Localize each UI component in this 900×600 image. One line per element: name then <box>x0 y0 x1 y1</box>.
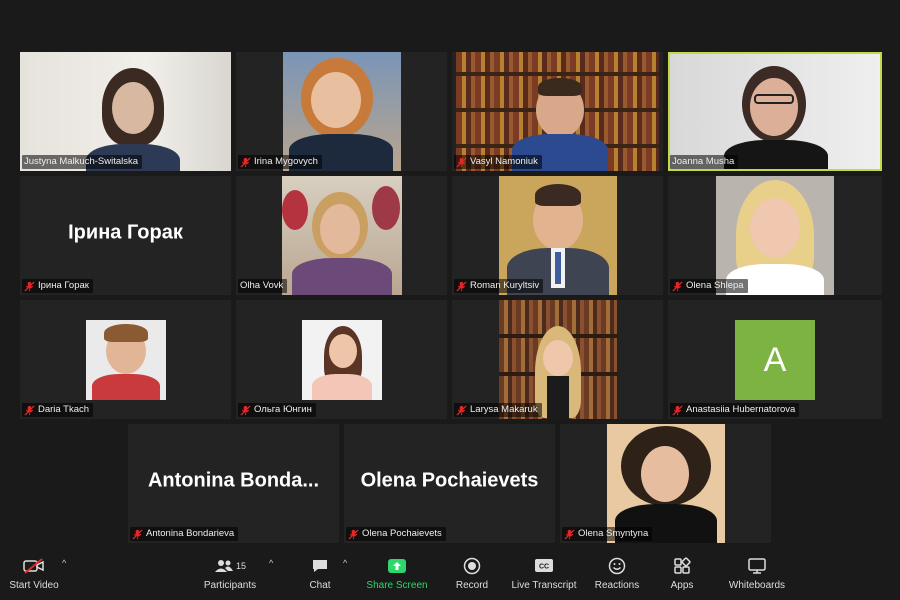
mic-muted-icon <box>672 281 683 292</box>
whiteboard-icon <box>746 556 768 576</box>
participant-name-label: Joanna Musha <box>670 155 739 169</box>
video-tile[interactable]: Ольга Юнгин <box>236 300 447 419</box>
participant-name-label: Olena Smyntyna <box>562 527 653 541</box>
participant-video <box>607 424 725 543</box>
participant-display-name: Olena Pochaievets <box>360 469 539 492</box>
closed-caption-icon: CC <box>533 556 555 576</box>
participant-video <box>499 300 617 419</box>
participant-name-label: Ірина Горак <box>22 279 93 293</box>
participant-video <box>282 176 402 295</box>
participants-count: 15 <box>235 560 246 571</box>
video-tile-active-speaker[interactable]: Joanna Musha <box>668 52 882 171</box>
video-tile[interactable]: Olena Smyntyna <box>560 424 771 543</box>
participant-video <box>499 176 617 295</box>
participant-video <box>302 320 382 400</box>
mic-muted-icon <box>456 405 467 416</box>
smiley-icon <box>606 556 628 576</box>
participant-name-label: Roman Kuryltsiv <box>454 279 544 293</box>
video-tile[interactable]: Vasyl Namoniuk <box>452 52 663 171</box>
participant-display-name: Ірина Горак <box>68 221 183 244</box>
participant-name-label: Vasyl Namoniuk <box>454 155 542 169</box>
video-tile[interactable]: Olha Vovk <box>236 176 447 295</box>
participant-video <box>20 52 231 171</box>
mic-muted-icon <box>24 405 35 416</box>
mic-muted-icon <box>672 405 683 416</box>
participant-name-label: Daria Tkach <box>22 403 94 417</box>
live-transcript-button[interactable]: CC Live Transcript <box>508 546 580 600</box>
participant-name-label: Olena Shlepa <box>670 279 748 293</box>
apps-icon <box>671 556 693 576</box>
chat-button[interactable]: Chat <box>300 546 340 600</box>
mic-muted-icon <box>24 281 35 292</box>
record-button[interactable]: Record <box>450 546 494 600</box>
participant-name-label: Justyna Malkuch-Switalska <box>22 155 143 169</box>
participant-name-label: Antonina Bondarieva <box>130 527 239 541</box>
participant-avatar: A <box>735 320 815 400</box>
participants-icon: 15 <box>210 556 250 576</box>
start-video-button[interactable]: Start Video <box>4 546 64 600</box>
share-screen-icon <box>386 556 408 576</box>
reactions-button[interactable]: Reactions <box>592 546 642 600</box>
participant-video <box>716 176 834 295</box>
chat-options-caret[interactable]: ^ <box>343 558 347 568</box>
mic-muted-icon <box>456 157 467 168</box>
participant-name-label: Ольга Юнгин <box>238 403 316 417</box>
participant-name-label: Anastasiia Hubernatorova <box>670 403 800 417</box>
participant-name-label: Irina Mygovych <box>238 155 322 169</box>
video-tile[interactable]: Larysa Makaruk <box>452 300 663 419</box>
video-tile[interactable]: Olena Shlepa <box>668 176 882 295</box>
participant-video <box>670 54 880 169</box>
video-tile[interactable]: Ірина Горак Ірина Горак <box>20 176 231 295</box>
participant-video <box>283 52 401 171</box>
participants-options-caret[interactable]: ^ <box>269 558 273 568</box>
video-tile[interactable]: Justyna Malkuch-Switalska <box>20 52 231 171</box>
mic-muted-icon <box>456 281 467 292</box>
video-tile[interactable]: A Anastasiia Hubernatorova <box>668 300 882 419</box>
video-tile[interactable]: Daria Tkach <box>20 300 231 419</box>
participant-name-label: Olha Vovk <box>238 279 288 293</box>
participant-name-label: Larysa Makaruk <box>454 403 542 417</box>
mic-muted-icon <box>132 529 143 540</box>
video-off-icon <box>23 556 45 576</box>
meeting-toolbar: Start Video ^ 15 Participants ^ Chat ^ S… <box>0 546 900 600</box>
participant-name-label: Olena Pochaievets <box>346 527 446 541</box>
svg-text:CC: CC <box>539 564 549 571</box>
participant-video <box>86 320 166 400</box>
video-tile[interactable]: Roman Kuryltsiv <box>452 176 663 295</box>
apps-button[interactable]: Apps <box>662 546 702 600</box>
record-icon <box>461 556 483 576</box>
whiteboards-button[interactable]: Whiteboards <box>722 546 792 600</box>
video-tile[interactable]: Olena Pochaievets Olena Pochaievets <box>344 424 555 543</box>
participants-button[interactable]: 15 Participants <box>200 546 260 600</box>
mic-muted-icon <box>564 529 575 540</box>
mic-muted-icon <box>240 405 251 416</box>
video-tile[interactable]: Irina Mygovych <box>236 52 447 171</box>
chat-icon <box>309 556 331 576</box>
share-screen-button[interactable]: Share Screen <box>364 546 430 600</box>
mic-muted-icon <box>348 529 359 540</box>
participant-display-name: Antonina Bonda... <box>147 469 320 492</box>
video-options-caret[interactable]: ^ <box>62 558 66 568</box>
participant-video <box>456 52 659 171</box>
video-tile[interactable]: Antonina Bonda... Antonina Bondarieva <box>128 424 339 543</box>
mic-muted-icon <box>240 157 251 168</box>
